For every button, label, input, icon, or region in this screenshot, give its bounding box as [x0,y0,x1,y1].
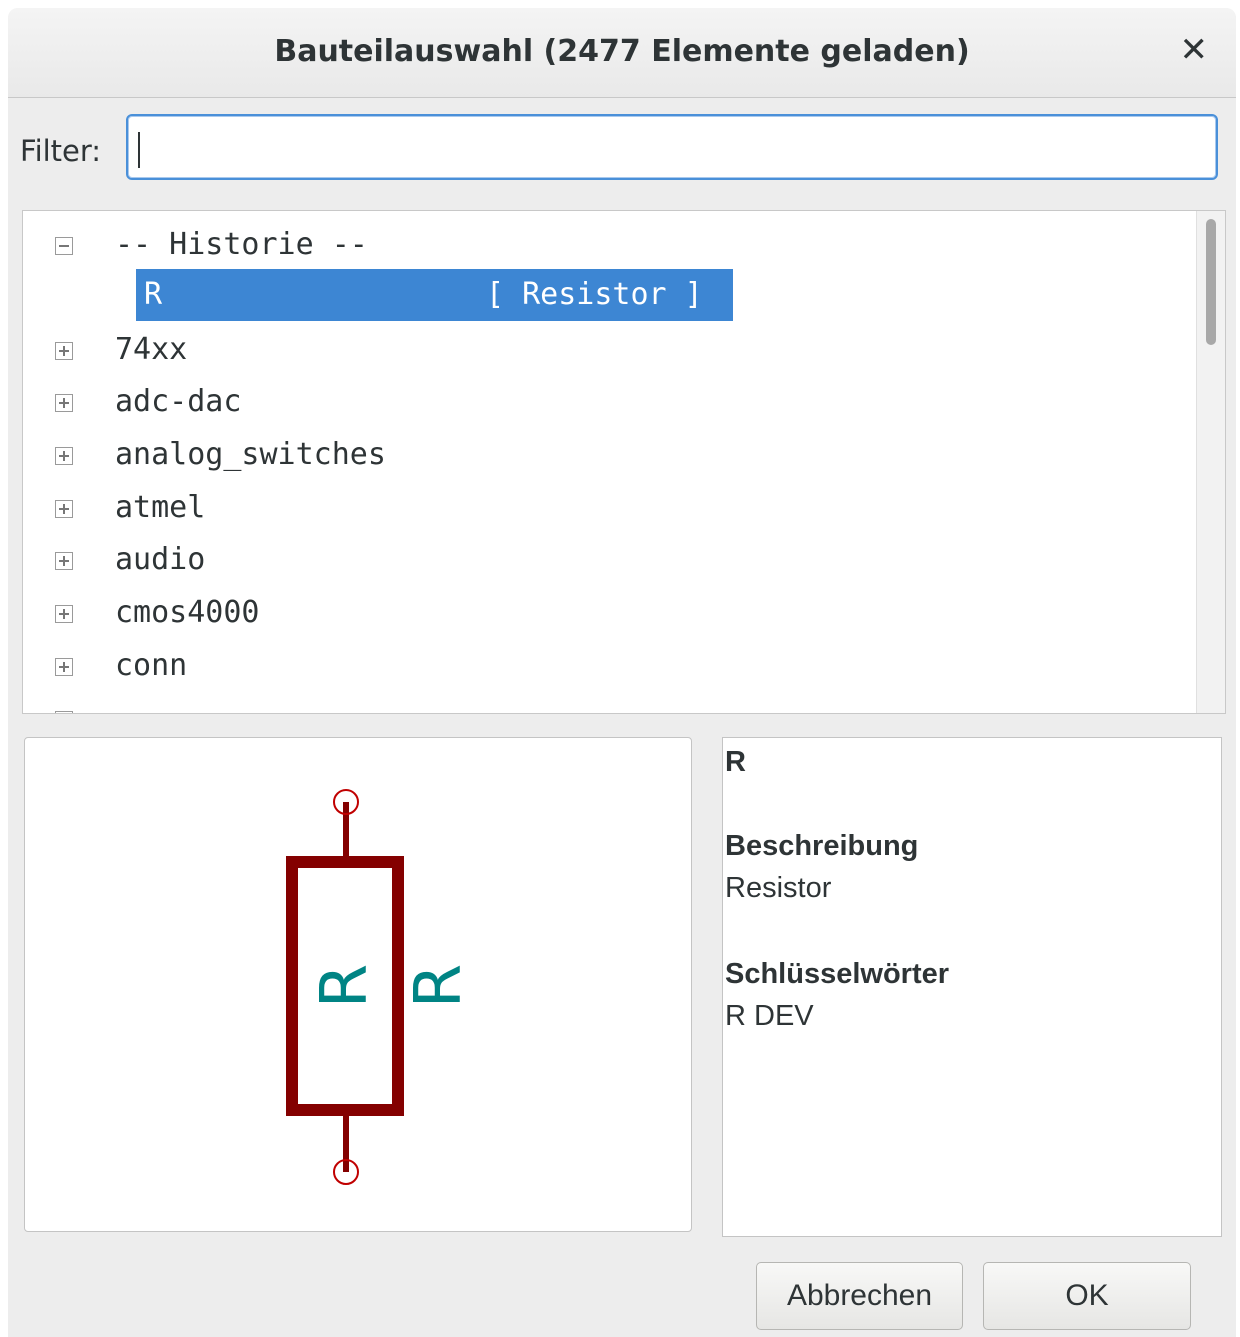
cancel-button[interactable]: Abbrechen [756,1262,963,1330]
symbol-preview: R R [24,737,692,1232]
component-info-panel: R Beschreibung Resistor Schlüsselwörter … [722,737,1222,1237]
expand-icon[interactable] [55,342,73,360]
expand-icon[interactable] [55,658,73,676]
value-text: R [402,964,476,1008]
component-name: R [725,746,746,778]
tree-row-library[interactable]: 74xx [23,324,1193,374]
tree-row-partial[interactable] [23,693,1193,713]
expand-icon[interactable] [55,552,73,570]
text-caret [138,132,140,168]
reference-text: R [308,964,382,1008]
tree-row-library[interactable]: conn [23,640,1193,690]
tree-row-library[interactable]: cmos4000 [23,587,1193,637]
tree-row-library[interactable]: adc-dac [23,376,1193,426]
component-chooser-dialog: Bauteilauswahl (2477 Elemente geladen) ✕… [8,8,1236,1337]
keywords-heading: Schlüsselwörter [725,958,950,990]
library-name: conn [115,648,188,683]
library-name: atmel [115,490,206,525]
tree-row-library[interactable]: atmel [23,482,1193,532]
keywords-value: R DEV [725,1000,814,1032]
library-name: audio [115,542,206,577]
tree-row-library[interactable]: audio [23,534,1193,584]
history-label: -- Historie -- [115,227,368,262]
close-icon[interactable]: ✕ [1180,30,1209,70]
expand-icon[interactable] [55,605,73,623]
item-description: [ Resistor ] [486,277,703,312]
description-value: Resistor [725,872,832,904]
dialog-title: Bauteilauswahl (2477 Elemente geladen) [274,34,970,69]
component-tree[interactable]: -- Historie -- R [ Resistor ] 74xx adc-d… [22,210,1226,714]
library-name: analog_switches [115,437,386,472]
description-heading: Beschreibung [725,830,919,862]
collapse-icon[interactable] [55,237,73,255]
expand-icon[interactable] [55,711,73,713]
ok-button[interactable]: OK [983,1262,1191,1330]
library-name: cmos4000 [115,595,260,630]
library-name: 74xx [115,332,188,367]
tree-scrollbar[interactable] [1196,211,1225,713]
expand-icon[interactable] [55,394,73,412]
tree-item-selected[interactable]: R [ Resistor ] [136,269,733,321]
filter-input[interactable] [126,114,1218,180]
scrollbar-thumb[interactable] [1206,219,1216,345]
title-bar: Bauteilauswahl (2477 Elemente geladen) ✕ [8,8,1236,98]
tree-row-library[interactable]: analog_switches [23,429,1193,479]
expand-icon[interactable] [55,447,73,465]
expand-icon[interactable] [55,500,73,518]
item-name: R [144,277,163,312]
tree-row-history[interactable]: -- Historie -- [23,219,1193,269]
filter-label: Filter: [20,134,102,168]
resistor-symbol: R R [286,789,476,1185]
library-name: adc-dac [115,384,242,419]
